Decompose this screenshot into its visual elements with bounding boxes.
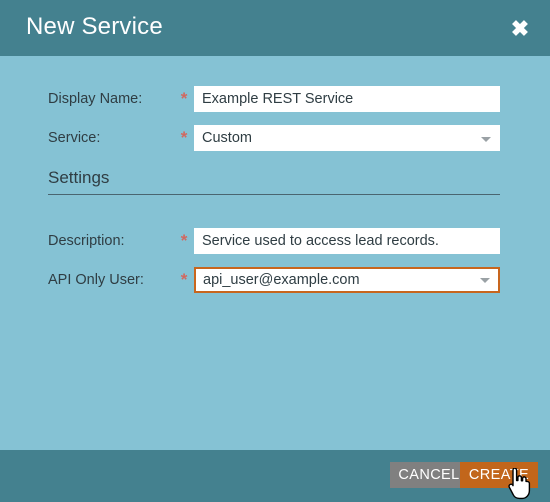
form-row-service: Service: * Custom	[0, 125, 550, 151]
settings-heading: Settings	[48, 168, 110, 187]
service-label: Service:	[48, 130, 101, 146]
section-divider	[48, 194, 500, 195]
dialog-header: New Service ✖	[0, 0, 550, 56]
new-service-dialog: New Service ✖ Display Name: * Example RE…	[0, 0, 550, 502]
display-name-input[interactable]: Example REST Service	[194, 86, 500, 112]
create-button[interactable]: CREATE	[460, 462, 538, 488]
display-name-label: Display Name:	[48, 91, 143, 107]
form-row-api-only-user: API Only User: * api_user@example.com	[0, 267, 550, 293]
form-row-description: Description: * Service used to access le…	[0, 228, 550, 254]
close-icon[interactable]: ✖	[507, 16, 533, 42]
cancel-button[interactable]: CANCEL	[390, 462, 468, 488]
form-row-display-name: Display Name: * Example REST Service	[0, 86, 550, 112]
page-title: New Service	[26, 13, 163, 40]
description-input[interactable]: Service used to access lead records.	[194, 228, 500, 254]
dialog-footer: CANCEL CREATE	[0, 450, 550, 502]
api-only-user-value: api_user@example.com	[203, 272, 360, 288]
service-select[interactable]: Custom	[194, 125, 500, 151]
dialog-body: Display Name: * Example REST Service Ser…	[0, 56, 550, 450]
required-asterisk: *	[180, 231, 188, 250]
required-asterisk: *	[180, 270, 188, 289]
required-asterisk: *	[180, 89, 188, 108]
chevron-down-icon	[480, 278, 490, 283]
display-name-value: Example REST Service	[202, 91, 354, 107]
service-value: Custom	[202, 130, 252, 146]
chevron-down-icon	[481, 137, 491, 142]
description-value: Service used to access lead records.	[202, 233, 439, 249]
description-label: Description:	[48, 233, 125, 249]
required-asterisk: *	[180, 128, 188, 147]
api-only-user-label: API Only User:	[48, 272, 144, 288]
settings-section: Settings	[48, 168, 500, 195]
api-only-user-select[interactable]: api_user@example.com	[194, 267, 500, 293]
